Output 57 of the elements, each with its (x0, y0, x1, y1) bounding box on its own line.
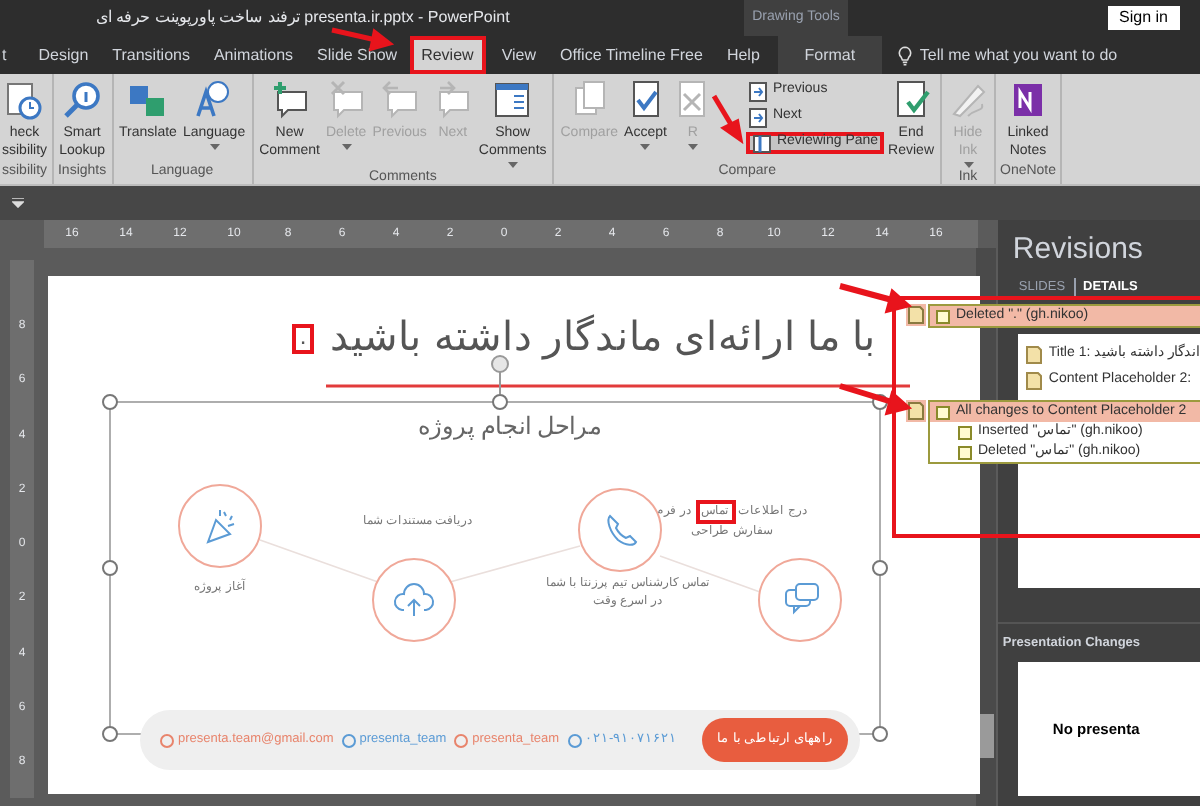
ribbon-tab[interactable]: Review (409, 36, 486, 74)
sign-in-button[interactable]: Sign in (1107, 6, 1180, 30)
slide-title: . با ما ارائه‌ای ماندگار داشته باشید (291, 312, 876, 364)
ribbon-tab[interactable]: t (0, 36, 27, 74)
ribbon-tab[interactable]: Format (777, 36, 882, 74)
document-check-icon (891, 80, 932, 120)
resize-handle[interactable] (102, 560, 118, 576)
ribbon-tab[interactable]: Slide Show (305, 36, 410, 74)
resize-handle[interactable] (102, 394, 118, 410)
caret-icon (640, 144, 651, 150)
ribbon-tab[interactable]: Transitions (100, 36, 202, 74)
annotation-arrow (331, 27, 395, 52)
resize-handle[interactable] (102, 726, 118, 742)
pane-icon (752, 133, 773, 153)
slide-subtitle: مراحل انجام پروژه (418, 410, 602, 444)
window-title: ترفند ساخت پاورپوینت حرفه ای presenta.ir.pptx - PowerPoint (96, 6, 510, 30)
resize-handle[interactable] (872, 726, 888, 742)
ribbon-tab[interactable]: Design (26, 36, 101, 74)
note-icon (906, 400, 926, 422)
documents-icon (569, 80, 610, 120)
caret-icon (687, 144, 698, 150)
pen-icon (948, 80, 988, 120)
lightbulb-icon (897, 45, 912, 65)
checkbox[interactable] (936, 405, 950, 419)
caret-icon (209, 144, 220, 150)
rotate-handle[interactable] (491, 355, 509, 395)
comments-pane-icon (492, 80, 533, 120)
cloud-upload-icon (392, 578, 436, 622)
language-icon (194, 80, 235, 120)
comment-previous-icon (379, 80, 420, 120)
customize-toolbar-icon[interactable] (12, 198, 24, 208)
search-icon (62, 80, 103, 120)
caret-icon (963, 162, 973, 168)
resize-handle[interactable] (872, 560, 888, 576)
checkbox[interactable] (958, 425, 972, 439)
notebook-icon (1008, 80, 1048, 120)
ribbon-tab[interactable]: View (489, 36, 549, 74)
comment-delete-icon (326, 80, 367, 120)
caret-icon (507, 162, 518, 168)
document-arrow-icon (748, 107, 769, 127)
translate-icon (127, 80, 168, 120)
tell-me-search[interactable]: Tell me what you want to do (919, 43, 1118, 67)
ribbon-tab[interactable]: Help (714, 36, 772, 74)
annotation-arrow (839, 383, 913, 416)
annotation-arrow (839, 283, 913, 314)
annotation-arrow (712, 94, 745, 144)
ribbon-tab[interactable]: Animations (201, 36, 306, 74)
checkbox[interactable] (958, 445, 972, 459)
ribbon-tab[interactable]: Office Timeline Free (548, 36, 715, 74)
accessibility-icon (4, 80, 45, 120)
caret-icon (341, 144, 352, 150)
comment-add-icon (269, 80, 310, 120)
checkbox[interactable] (936, 309, 950, 323)
note-icon (906, 304, 926, 326)
document-arrow-icon (748, 81, 769, 101)
resize-handle[interactable] (492, 394, 508, 410)
pane-title: Revisions (1010, 230, 1145, 268)
